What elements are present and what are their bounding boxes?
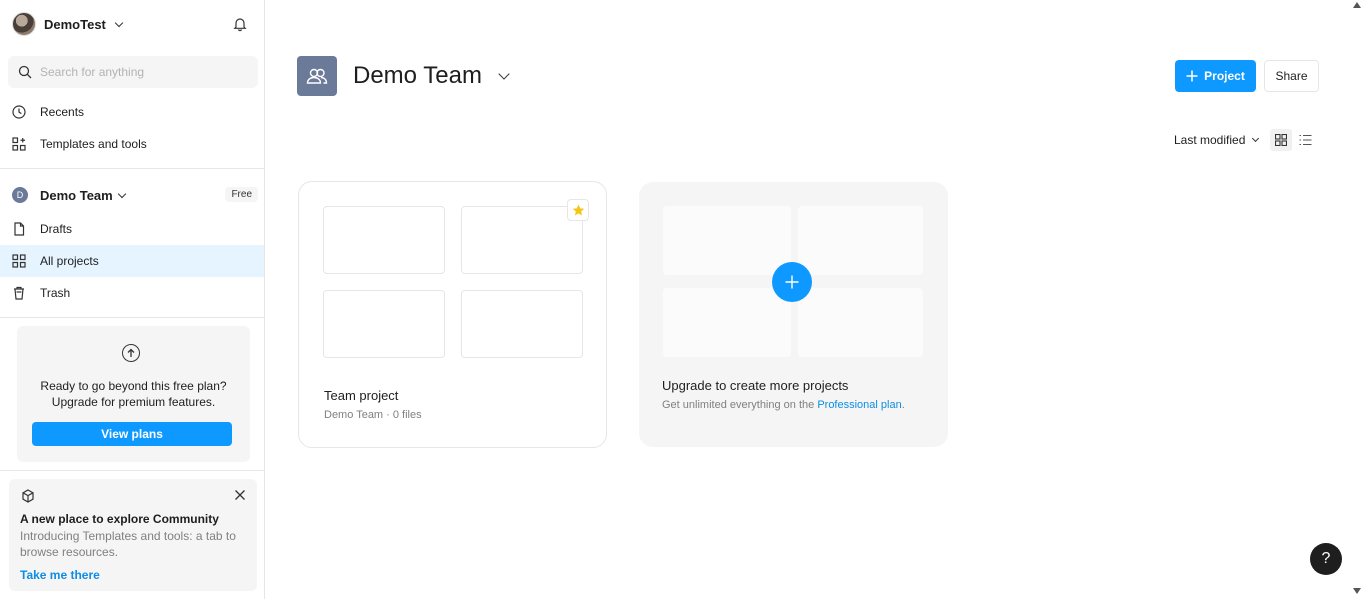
sort-label: Last modified xyxy=(1174,133,1246,147)
divider xyxy=(0,317,264,318)
share-button[interactable]: Share xyxy=(1264,60,1319,92)
placeholder-tile xyxy=(663,288,791,357)
project-card[interactable]: Team project Demo Team · 0 files xyxy=(298,181,607,448)
community-title: A new place to explore Community xyxy=(20,512,219,526)
team-header: Demo Team xyxy=(297,56,510,96)
project-title: Team project xyxy=(324,388,399,403)
nav-trash-label: Trash xyxy=(40,286,71,300)
plus-icon xyxy=(1186,70,1198,82)
file-icon xyxy=(12,222,26,236)
upgrade-plan-line2: Upgrade for premium features. xyxy=(51,395,216,409)
grid-view-button[interactable] xyxy=(1270,129,1292,151)
community-icon xyxy=(22,489,34,503)
upgrade-projects-text-suffix: . xyxy=(901,399,905,411)
upgrade-projects-card[interactable]: Upgrade to create more projects Get unli… xyxy=(639,182,948,447)
upgrade-projects-text: Get unlimited everything on the Professi… xyxy=(662,399,905,411)
community-body: Introducing Templates and tools: a tab t… xyxy=(20,529,236,559)
upgrade-plan-line1: Ready to go beyond this free plan? xyxy=(40,379,227,393)
clock-icon xyxy=(12,105,26,119)
team-switcher[interactable]: D Demo Team Free xyxy=(12,184,258,206)
file-thumbnail xyxy=(323,290,445,358)
help-button[interactable]: ? xyxy=(1310,543,1342,575)
nav-templates-label: Templates and tools xyxy=(40,137,147,151)
take-me-there-link[interactable]: Take me there xyxy=(20,568,100,582)
upgrade-plan-card: Ready to go beyond this free plan? Upgra… xyxy=(17,326,250,462)
close-icon[interactable] xyxy=(233,488,247,502)
view-plans-button[interactable]: View plans xyxy=(32,422,232,446)
divider xyxy=(0,470,264,471)
search-box[interactable] xyxy=(8,56,258,88)
new-project-label: Project xyxy=(1204,69,1245,83)
grid-icon xyxy=(12,254,26,268)
nav-all-projects-label: All projects xyxy=(40,254,99,268)
sidebar: DemoTest Recents Templates and tools D D… xyxy=(0,0,265,599)
page-title: Demo Team xyxy=(353,62,482,89)
file-thumbnail xyxy=(323,206,445,274)
chevron-down-icon xyxy=(117,189,126,198)
community-banner: A new place to explore Community Introdu… xyxy=(9,479,257,591)
nav-trash[interactable]: Trash xyxy=(0,277,264,309)
chevron-down-icon[interactable] xyxy=(498,68,510,80)
placeholder-tile xyxy=(663,206,791,275)
account-switcher[interactable]: DemoTest xyxy=(12,12,124,36)
sort-dropdown[interactable]: Last modified xyxy=(1174,133,1260,147)
trash-icon xyxy=(12,286,26,300)
star-icon xyxy=(572,204,584,215)
nav-all-projects[interactable]: All projects xyxy=(0,245,264,277)
placeholder-tile xyxy=(798,288,923,357)
grid-icon xyxy=(1275,134,1287,146)
placeholder-tile xyxy=(798,206,923,275)
chevron-down-icon xyxy=(114,18,124,27)
favorite-button[interactable] xyxy=(567,199,589,221)
nav-templates-and-tools[interactable]: Templates and tools xyxy=(0,128,264,160)
plan-badge: Free xyxy=(225,187,258,202)
avatar xyxy=(12,12,36,36)
search-input[interactable] xyxy=(40,65,240,79)
users-icon xyxy=(306,68,328,84)
templates-icon xyxy=(12,137,26,151)
project-meta: Demo Team · 0 files xyxy=(324,409,422,421)
view-toggle xyxy=(1270,129,1320,151)
list-icon xyxy=(1299,134,1311,146)
upgrade-plan-text: Ready to go beyond this free plan? Upgra… xyxy=(17,378,250,410)
nav-recents[interactable]: Recents xyxy=(0,96,264,128)
team-name: Demo Team xyxy=(40,187,113,203)
file-thumbnail xyxy=(461,290,583,358)
plus-icon xyxy=(785,275,799,289)
nav-recents-label: Recents xyxy=(40,105,85,119)
scroll-down-arrow[interactable] xyxy=(1353,588,1361,594)
chevron-down-icon xyxy=(1252,134,1260,143)
nav-drafts[interactable]: Drafts xyxy=(0,213,264,245)
file-thumbnail xyxy=(461,206,583,274)
upgrade-projects-text-body: Get unlimited everything on the xyxy=(662,399,818,411)
team-initial: D xyxy=(12,187,28,203)
scroll-up-arrow[interactable] xyxy=(1353,2,1361,8)
professional-plan-link[interactable]: Professional plan xyxy=(817,399,901,411)
new-project-button[interactable]: Project xyxy=(1175,60,1256,92)
search-icon xyxy=(18,65,32,79)
list-view-button[interactable] xyxy=(1294,129,1316,151)
nav-drafts-label: Drafts xyxy=(40,222,73,236)
add-project-button[interactable] xyxy=(772,262,812,302)
arrow-up-circle-icon xyxy=(122,344,140,362)
bell-icon[interactable] xyxy=(232,16,248,32)
team-avatar xyxy=(297,56,337,96)
divider xyxy=(0,168,264,169)
account-name: DemoTest xyxy=(44,16,106,32)
upgrade-projects-title: Upgrade to create more projects xyxy=(662,378,849,393)
